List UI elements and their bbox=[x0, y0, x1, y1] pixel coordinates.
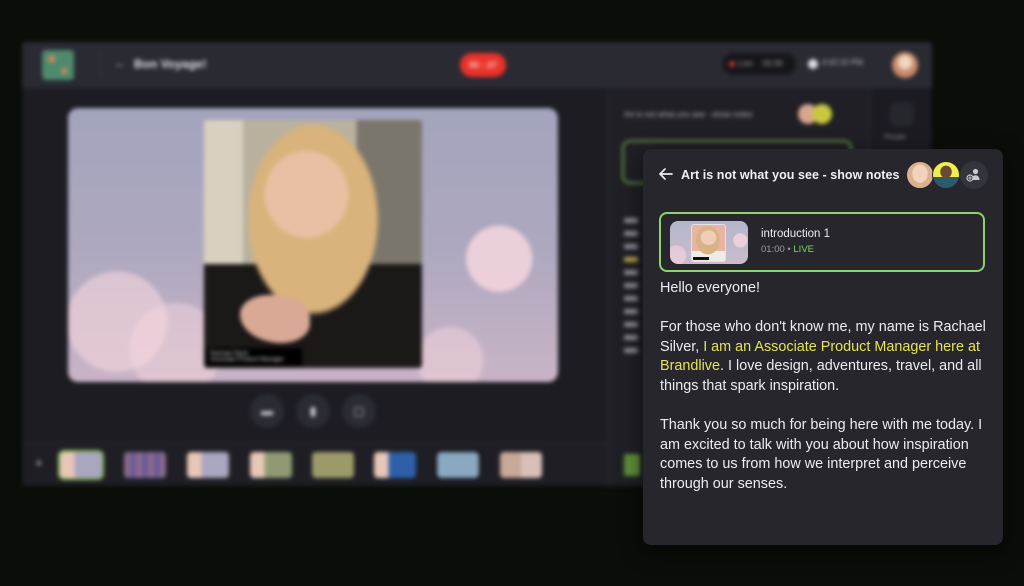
clock-time: 4:42:15 PM bbox=[822, 58, 863, 67]
filmstrip-thumbnail[interactable] bbox=[250, 452, 292, 478]
segment-thumbnail bbox=[670, 221, 748, 264]
segment-thumbnail-video bbox=[691, 224, 726, 262]
live-duration: 00:36 bbox=[762, 59, 783, 68]
filmstrip-collapse-icon[interactable]: ▲ bbox=[34, 457, 44, 468]
add-presenter-icon bbox=[966, 168, 980, 182]
segment-title: introduction 1 bbox=[761, 228, 831, 240]
people-label: People bbox=[884, 134, 906, 141]
filmstrip-thumbnail[interactable] bbox=[124, 452, 166, 478]
presenter-video: Rachael Silver Associate Product Manager bbox=[204, 120, 422, 368]
background-next-segment bbox=[624, 454, 640, 476]
main-stage-area: Rachael Silver Associate Product Manager… bbox=[22, 88, 607, 442]
add-presenter-button[interactable] bbox=[960, 161, 988, 189]
filmstrip-thumbnail[interactable] bbox=[435, 450, 481, 480]
filmstrip-thumbnail[interactable] bbox=[58, 450, 104, 480]
presenter-avatar-2[interactable] bbox=[932, 161, 960, 189]
filmstrip-thumbnail[interactable] bbox=[187, 452, 229, 478]
microphone-button[interactable]: ▮ bbox=[296, 394, 330, 428]
background-avatars bbox=[798, 104, 848, 124]
event-logo bbox=[42, 50, 74, 80]
live-dot-icon bbox=[729, 61, 735, 67]
segment-card-active[interactable]: introduction 1 01:00 • LIVE bbox=[659, 212, 985, 272]
segment-meta: 01:00 • LIVE bbox=[761, 244, 814, 255]
header-divider bbox=[100, 52, 101, 78]
presenter-hand bbox=[240, 295, 310, 343]
live-label: Live bbox=[738, 59, 753, 68]
screen: ← Bon Voyage! 00 : 27 Live 00:36 4:42:15 … bbox=[0, 0, 1024, 586]
clock-icon bbox=[808, 59, 818, 69]
filmstrip-thumbnail[interactable] bbox=[500, 452, 542, 478]
people-button[interactable] bbox=[890, 102, 914, 126]
camera-icon: ▬ bbox=[261, 404, 273, 418]
show-notes-header: Art is not what you see - show notes bbox=[643, 149, 1003, 205]
live-status-pill: Live 00:36 bbox=[722, 53, 796, 75]
screen-share-button[interactable]: ▢ bbox=[342, 394, 376, 428]
countdown-timer-badge[interactable]: 00 : 27 bbox=[460, 53, 506, 77]
notes-paragraph: Hello everyone! bbox=[660, 280, 760, 296]
notes-paragraph: Thank you so much for being here with me… bbox=[660, 417, 983, 492]
presenter-avatar-1[interactable] bbox=[906, 161, 934, 189]
filmstrip-thumbnail[interactable] bbox=[374, 452, 416, 478]
background-note-lines bbox=[624, 218, 638, 361]
slide-filmstrip: ▲ bbox=[22, 442, 607, 486]
back-arrow-icon[interactable]: ← bbox=[114, 56, 126, 70]
notes-paragraph: For those who don't know me, my name is … bbox=[660, 318, 992, 396]
filmstrip-thumbnail[interactable] bbox=[312, 452, 354, 478]
presenter-nameplate: Rachael Silver Associate Product Manager bbox=[206, 348, 302, 366]
segment-thumbnail-nameplate bbox=[693, 257, 709, 260]
presenter-subtitle: Associate Product Manager bbox=[210, 357, 284, 363]
show-notes-title: Art is not what you see - show notes bbox=[681, 168, 900, 182]
show-notes-body: Hello everyone! For those who don't know… bbox=[660, 279, 992, 514]
presenter-avatars bbox=[906, 161, 994, 191]
background-notes-title: Art is not what you see - show notes bbox=[624, 110, 753, 119]
event-title: Bon Voyage! bbox=[134, 57, 207, 71]
user-avatar[interactable] bbox=[892, 52, 918, 78]
camera-button[interactable]: ▬ bbox=[250, 394, 284, 428]
stage-background: Rachael Silver Associate Product Manager bbox=[68, 108, 558, 382]
screen-share-icon: ▢ bbox=[353, 404, 365, 418]
show-notes-panel: Art is not what you see - show notes int… bbox=[643, 149, 1003, 545]
back-arrow-icon[interactable] bbox=[657, 165, 675, 183]
segment-live-status: LIVE bbox=[793, 244, 814, 255]
app-header: ← Bon Voyage! 00 : 27 Live 00:36 4:42:15 … bbox=[22, 42, 932, 88]
segment-duration: 01:00 bbox=[761, 244, 785, 255]
microphone-icon: ▮ bbox=[309, 404, 317, 418]
